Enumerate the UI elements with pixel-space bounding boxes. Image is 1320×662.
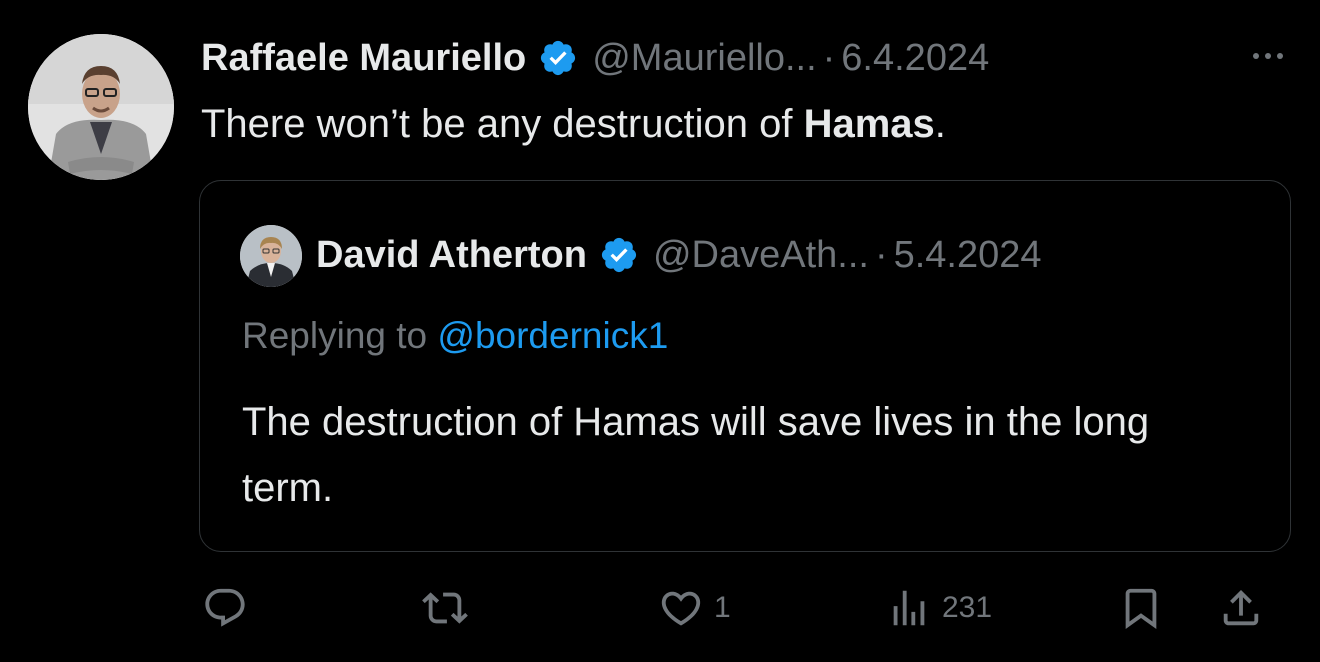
tweet-text-bold: Hamas: [803, 102, 935, 146]
views-button[interactable]: 231: [886, 580, 992, 636]
views-count: 231: [942, 591, 993, 624]
like-count: 1: [714, 591, 731, 624]
reply-button[interactable]: [202, 580, 258, 636]
bookmark-icon: [1125, 588, 1157, 629]
more-dot: [1265, 53, 1271, 59]
tweet-date[interactable]: 6.4.2024: [841, 37, 989, 80]
share-button[interactable]: [1218, 580, 1264, 636]
quoted-tweet-card[interactable]: David Atherton @DaveAth... · 5.4.2024 Re…: [199, 180, 1291, 552]
reply-icon: [205, 588, 245, 627]
tweet-text-part: There won’t be any destruction of: [201, 102, 804, 146]
tweet-text: There won’t be any destruction of Hamas.: [201, 100, 946, 148]
replying-to-mention[interactable]: @bordernick1: [437, 315, 668, 356]
more-dot: [1253, 53, 1259, 59]
quoted-tweet-date[interactable]: 5.4.2024: [894, 234, 1042, 277]
tweet-header: Raffaele Mauriello @Mauriello... · 6.4.2…: [201, 30, 989, 86]
more-dot: [1277, 53, 1283, 59]
bookmark-button[interactable]: [1118, 580, 1164, 636]
verified-badge-icon: [538, 38, 578, 78]
verified-badge-icon: [599, 235, 639, 275]
author-avatar[interactable]: [28, 34, 174, 180]
replying-to-prefix: Replying to: [242, 315, 438, 356]
retweet-icon: [422, 592, 468, 624]
quoted-author-handle[interactable]: @DaveAth...: [653, 234, 869, 277]
quoted-author-name[interactable]: David Atherton: [316, 234, 587, 277]
quoted-header-separator: ·: [874, 233, 888, 276]
retweet-button[interactable]: [422, 580, 478, 636]
quoted-author-avatar-image: [240, 225, 302, 287]
replying-to-line: Replying to @bordernick1: [242, 315, 668, 357]
quoted-author-avatar[interactable]: [240, 225, 302, 287]
quoted-tweet-header: David Atherton @DaveAth... · 5.4.2024: [316, 229, 1042, 281]
quoted-tweet-text: The destruction of Hamas will save lives…: [242, 400, 1150, 510]
header-separator: ·: [822, 36, 836, 79]
more-options-icon[interactable]: [1238, 36, 1298, 76]
author-avatar-image: [28, 34, 174, 180]
like-icon: [661, 591, 701, 626]
author-handle[interactable]: @Mauriello...: [592, 37, 816, 80]
author-name[interactable]: Raffaele Mauriello: [201, 37, 526, 80]
tweet-text-end: .: [934, 102, 946, 146]
views-icon: [893, 590, 925, 626]
like-button[interactable]: 1: [658, 580, 731, 636]
share-icon: [1223, 589, 1259, 626]
tweet-action-bar: 1 231: [200, 580, 1290, 636]
